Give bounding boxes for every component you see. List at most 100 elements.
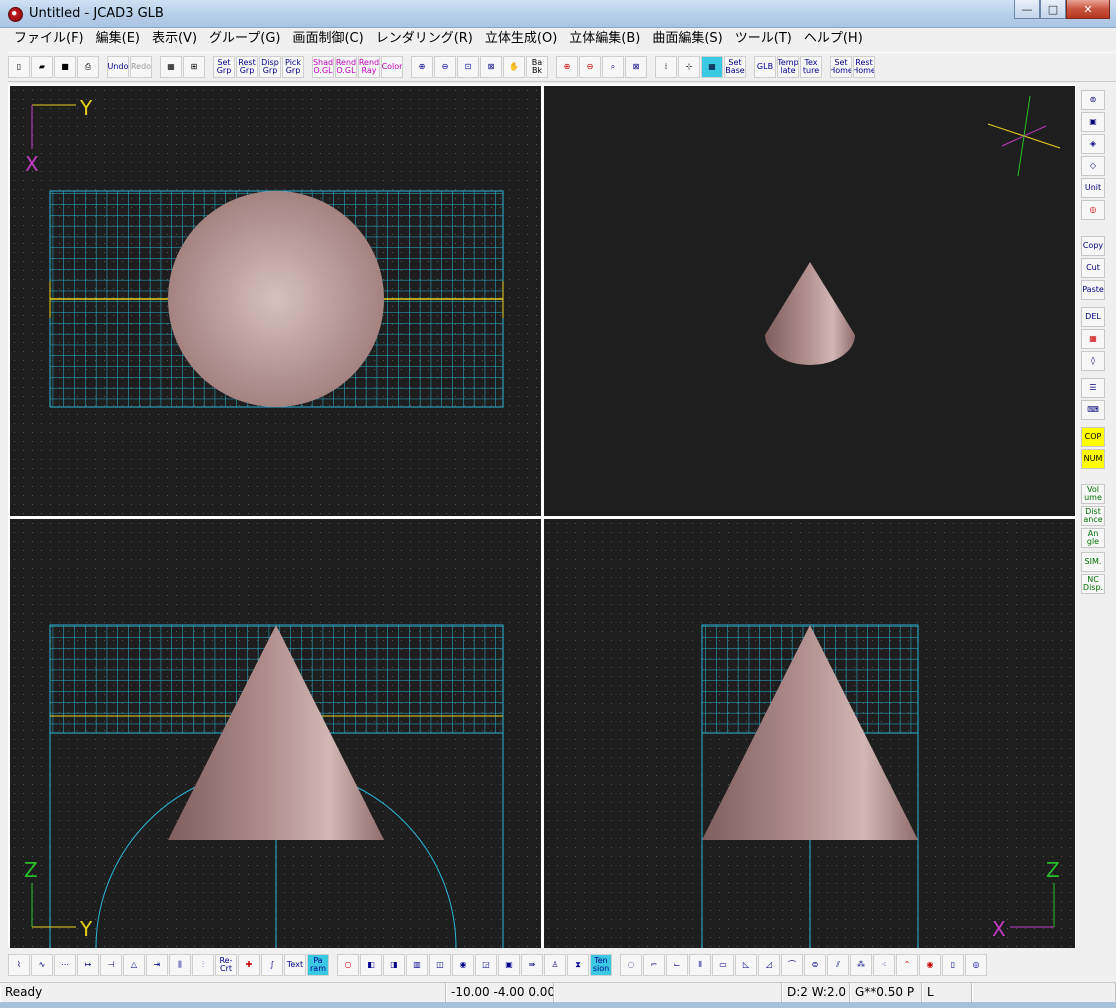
maximize-button[interactable]: □ bbox=[1040, 0, 1066, 19]
set-home-button[interactable]: Set Home bbox=[830, 56, 852, 78]
set-group-button[interactable]: Set Grp bbox=[213, 56, 235, 78]
grid-dots-icon[interactable]: ⁞ bbox=[655, 56, 677, 78]
menu-solid-edit[interactable]: 立体編集(B) bbox=[563, 28, 646, 50]
pan-hand-icon[interactable]: ✋ bbox=[503, 56, 525, 78]
menu-view[interactable]: 表示(V) bbox=[146, 28, 203, 50]
curve-tool-icon-3[interactable]: ⋯ bbox=[54, 954, 76, 976]
redo-button[interactable]: Redo bbox=[130, 56, 152, 78]
open-folder-icon[interactable]: ▰ bbox=[31, 56, 53, 78]
re-create-button[interactable]: Re- Crt bbox=[215, 954, 237, 976]
surface-tool-icon-6[interactable]: ◺ bbox=[735, 954, 757, 976]
new-file-icon[interactable]: ▯ bbox=[8, 56, 30, 78]
render-opengl-button[interactable]: Rend O.GL bbox=[335, 56, 357, 78]
texture-button[interactable]: Tex ture bbox=[800, 56, 822, 78]
circle-select-icon[interactable]: ◎ bbox=[1081, 200, 1105, 220]
solid-tool-icon-7[interactable]: ◲ bbox=[475, 954, 497, 976]
surface-tool-icon-12[interactable]: ⁖ bbox=[873, 954, 895, 976]
curve-tool-icon-6[interactable]: △ bbox=[123, 954, 145, 976]
curve-tool-icon-7[interactable]: ⇥ bbox=[146, 954, 168, 976]
menu-solid-create[interactable]: 立体生成(O) bbox=[479, 28, 563, 50]
cop-button[interactable]: COP bbox=[1081, 427, 1105, 447]
grid-snap-icon[interactable]: ⊹ bbox=[678, 56, 700, 78]
solid-tool-icon-4[interactable]: ▥ bbox=[406, 954, 428, 976]
render-ray-button[interactable]: Rend Ray bbox=[358, 56, 380, 78]
set-base-button[interactable]: Set Base bbox=[724, 56, 746, 78]
solid-tool-icon-6[interactable]: ◉ bbox=[452, 954, 474, 976]
view-rotate-icon[interactable]: ⊚ bbox=[1081, 90, 1105, 110]
grid-active-icon[interactable]: ▦ bbox=[701, 56, 723, 78]
eye-icon[interactable]: ◉ bbox=[919, 954, 941, 976]
keyboard-icon[interactable]: ⌨ bbox=[1081, 400, 1105, 420]
surface-tool-icon-9[interactable]: ⊜ bbox=[804, 954, 826, 976]
solid-tool-icon-11[interactable]: ⧗ bbox=[567, 954, 589, 976]
template-button[interactable]: Temp late bbox=[777, 56, 799, 78]
surface-tool-icon-3[interactable]: ⌙ bbox=[666, 954, 688, 976]
solid-tool-icon-8[interactable]: ▣ bbox=[498, 954, 520, 976]
menu-rendering[interactable]: レンダリング(R) bbox=[370, 28, 479, 50]
text-button[interactable]: Text bbox=[284, 954, 306, 976]
tension-button[interactable]: Ten sion bbox=[590, 954, 612, 976]
curve-tool-icon-4[interactable]: ↦ bbox=[77, 954, 99, 976]
angle-button[interactable]: An gle bbox=[1081, 528, 1105, 548]
num-button[interactable]: NUM bbox=[1081, 449, 1105, 469]
color-button[interactable]: Color bbox=[381, 56, 403, 78]
solid-tool-icon-1[interactable]: ○ bbox=[337, 954, 359, 976]
layer-icon[interactable]: ◊ bbox=[1081, 351, 1105, 371]
curve-tool-icon-2[interactable]: ∿ bbox=[31, 954, 53, 976]
curve-tool-icon-9[interactable]: ⫶ bbox=[192, 954, 214, 976]
array-icon[interactable]: ▦ bbox=[1081, 329, 1105, 349]
surface-tool-icon-8[interactable]: ⌒ bbox=[781, 954, 803, 976]
zoom-in-red-icon[interactable]: ⊕ bbox=[556, 56, 578, 78]
pick-group-button[interactable]: Pick Grp bbox=[282, 56, 304, 78]
point-add-icon[interactable]: ✚ bbox=[238, 954, 260, 976]
menu-help[interactable]: ヘルプ(H) bbox=[798, 28, 869, 50]
zoom-in-icon[interactable]: ⊕ bbox=[411, 56, 433, 78]
solid-tool-icon-5[interactable]: ◫ bbox=[429, 954, 451, 976]
rest-group-button[interactable]: Rest Grp bbox=[236, 56, 258, 78]
menu-edit[interactable]: 編集(E) bbox=[90, 28, 146, 50]
surface-tool-icon-5[interactable]: ▭ bbox=[712, 954, 734, 976]
menu-group[interactable]: グループ(G) bbox=[203, 28, 286, 50]
back-button[interactable]: Ba Bk bbox=[526, 56, 548, 78]
title-bar[interactable]: Untitled - JCAD3 GLB — □ ✕ bbox=[0, 0, 1116, 28]
view-3d-icon[interactable]: ◇ bbox=[1081, 156, 1105, 176]
zoom-out-red-icon[interactable]: ⊖ bbox=[579, 56, 601, 78]
surface-tool-icon-10[interactable]: ⫽ bbox=[827, 954, 849, 976]
cone-top-view[interactable] bbox=[168, 191, 384, 407]
cone-perspective[interactable] bbox=[765, 262, 855, 365]
menu-surface-edit[interactable]: 曲面編集(S) bbox=[646, 28, 728, 50]
surface-tool-icon-13[interactable]: ⌃ bbox=[896, 954, 918, 976]
solid-tool-icon-3[interactable]: ◨ bbox=[383, 954, 405, 976]
glb-button[interactable]: GLB bbox=[754, 56, 776, 78]
undo-button[interactable]: Undo bbox=[107, 56, 129, 78]
view-iso-icon[interactable]: ◈ bbox=[1081, 134, 1105, 154]
single-view-icon[interactable]: ▦ bbox=[160, 56, 182, 78]
front-view-viewport[interactable]: Z Y bbox=[10, 519, 541, 948]
close-button[interactable]: ✕ bbox=[1066, 0, 1110, 19]
delete-button[interactable]: DEL bbox=[1081, 307, 1105, 327]
distance-button[interactable]: Dist ance bbox=[1081, 506, 1105, 526]
menu-file[interactable]: ファイル(F) bbox=[8, 28, 90, 50]
side-view-viewport[interactable]: Z X bbox=[544, 519, 1075, 948]
paste-button[interactable]: Paste bbox=[1081, 280, 1105, 300]
shade-opengl-button[interactable]: Shad O.GL bbox=[312, 56, 334, 78]
view-front-icon[interactable]: ▣ bbox=[1081, 112, 1105, 132]
param-button[interactable]: Pa ram bbox=[307, 954, 329, 976]
copy-button[interactable]: Copy bbox=[1081, 236, 1105, 256]
menu-screen-control[interactable]: 画面制御(C) bbox=[286, 28, 369, 50]
surface-tool-icon-14[interactable]: ▯ bbox=[942, 954, 964, 976]
surface-tool-icon-2[interactable]: ⌐ bbox=[643, 954, 665, 976]
app-icon[interactable] bbox=[8, 7, 23, 22]
curve-tool-icon-1[interactable]: ⌇ bbox=[8, 954, 30, 976]
surface-tool-icon-7[interactable]: ◿ bbox=[758, 954, 780, 976]
print-icon[interactable]: ⎙ bbox=[77, 56, 99, 78]
curve-tool-icon-8[interactable]: ⫼ bbox=[169, 954, 191, 976]
disp-group-button[interactable]: Disp Grp bbox=[259, 56, 281, 78]
minimize-button[interactable]: — bbox=[1014, 0, 1040, 19]
volume-button[interactable]: Vol ume bbox=[1081, 484, 1105, 504]
solid-tool-icon-10[interactable]: ♙ bbox=[544, 954, 566, 976]
surface-tool-icon-1[interactable]: ◌ bbox=[620, 954, 642, 976]
menu-tools[interactable]: ツール(T) bbox=[729, 28, 798, 50]
curve-tool-icon-5[interactable]: ⊣ bbox=[100, 954, 122, 976]
zoom-area-icon[interactable]: ⌕ bbox=[602, 56, 624, 78]
